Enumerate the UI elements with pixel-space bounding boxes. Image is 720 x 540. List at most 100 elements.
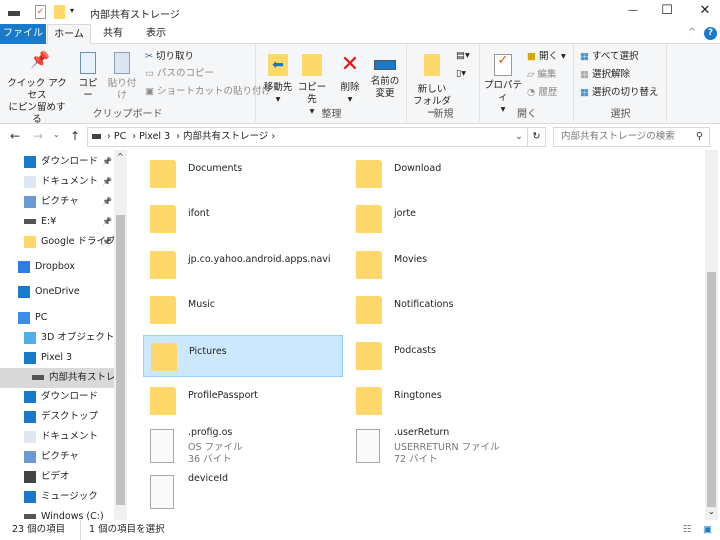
sidebar-item[interactable]: ダウンロード [0, 387, 114, 407]
folder-icon [356, 160, 382, 188]
tab-file[interactable]: ファイル [0, 24, 46, 44]
tab-home[interactable]: ホーム [47, 24, 91, 45]
details-view-button[interactable]: ☷ [683, 520, 692, 540]
forward-button[interactable]: → [33, 129, 43, 143]
history-icon: ◔ [527, 87, 539, 98]
sidebar-item[interactable]: ドキュメント [0, 427, 114, 447]
sidebar-item[interactable]: E:¥ 📌 [0, 212, 114, 232]
recent-locations-button[interactable]: ⌄ [53, 130, 60, 139]
address-field[interactable]: › PC › Pixel 3 › 内部共有ストレージ › ⌄ ↻ [87, 127, 546, 147]
download-icon [24, 155, 36, 168]
folder-item[interactable]: Documents [143, 153, 343, 195]
minimize-button[interactable]: — [618, 0, 648, 24]
new-folder-quick-icon[interactable] [54, 5, 65, 19]
sidebar-item[interactable]: PC [0, 308, 114, 328]
sidebar-item[interactable]: 内部共有ストレージ [0, 368, 114, 388]
select-group-label: 選択 [610, 109, 631, 120]
sidebar-item[interactable]: ミュージック [0, 487, 114, 507]
pin-icon[interactable]: 📌 [102, 232, 112, 252]
pin-icon[interactable]: 📌 [102, 212, 112, 232]
sidebar-item[interactable]: ダウンロード 📌 [0, 152, 114, 172]
sidebar-item-label: E:¥ [41, 216, 57, 227]
large-icons-view-button[interactable]: ▣ [703, 520, 712, 540]
up-button[interactable]: ↑ [70, 129, 80, 143]
select-all-button[interactable]: ▦ すべて選択 [580, 49, 638, 65]
content-scroll-down[interactable]: ⌄ [708, 507, 715, 516]
easy-access-button[interactable]: ▯▾ [456, 66, 466, 82]
sidebar-item-label: ピクチャ [41, 451, 79, 462]
sidebar-item[interactable]: ピクチャ 📌 [0, 192, 114, 212]
sidebar-item[interactable]: ピクチャ [0, 447, 114, 467]
sidebar-item[interactable]: 3D オブジェクト [0, 328, 114, 348]
properties-quick-icon[interactable]: ✓ [35, 5, 46, 19]
sidebar-item[interactable]: ビデオ [0, 467, 114, 487]
rename-button[interactable]: 名前の 変更 [367, 50, 403, 100]
folder-item[interactable]: ifont [143, 198, 343, 240]
address-dropdown-icon[interactable]: ⌄ [515, 128, 523, 146]
history-button[interactable]: ◔ 履歴 [527, 85, 557, 101]
copy-button[interactable]: コピー [74, 50, 102, 102]
invert-selection-button[interactable]: ▦ 選択の切り替え [580, 85, 659, 101]
folder-item[interactable]: Pictures [143, 334, 343, 377]
move-to-button[interactable]: ⬅ 移動先 ▾ [261, 50, 295, 106]
content-scrollbar[interactable]: ⌄ [705, 150, 718, 520]
ribbon-tabs: ファイル ホーム 共有 表示 ^ ? [0, 24, 720, 45]
tab-view[interactable]: 表示 [136, 24, 176, 44]
file-item[interactable]: .userReturn USERRETURN ファイル 72 バイト [349, 425, 549, 467]
customize-quick-access-icon[interactable]: ▾ [70, 6, 74, 15]
open-button[interactable]: ■ 開く ▾ [527, 49, 566, 65]
folder-item[interactable]: Podcasts [349, 335, 549, 377]
sidebar-item[interactable]: OneDrive [0, 282, 114, 302]
folder-item[interactable]: jp.co.yahoo.android.apps.navi [143, 244, 343, 286]
breadcrumb-pixel3[interactable]: Pixel 3 [139, 131, 170, 142]
maximize-button[interactable]: ☐ [652, 0, 682, 24]
rename-icon [374, 60, 396, 70]
copy-path-button[interactable]: ▭ パスのコピー [145, 66, 214, 82]
sidebar-item[interactable]: Pixel 3 [0, 348, 114, 368]
select-none-button[interactable]: ▦ 選択解除 [580, 67, 630, 83]
sidebar-scrollbar[interactable]: ^ [114, 150, 127, 520]
sidebar-item-label: デスクトップ [41, 411, 99, 422]
file-item[interactable]: deviceId [143, 471, 343, 513]
folder-item[interactable]: Music [143, 289, 343, 331]
breadcrumb-pc[interactable]: PC [114, 131, 126, 142]
new-group: 新しい フォルダー ▤▾ ▯▾ 新規 [408, 44, 480, 122]
breadcrumb-storage[interactable]: 内部共有ストレージ [183, 131, 268, 142]
sidebar-item[interactable]: Dropbox [0, 257, 114, 277]
back-button[interactable]: ← [10, 129, 20, 143]
collapse-ribbon-icon[interactable]: ^ [688, 27, 696, 38]
folder-item[interactable]: jorte [349, 198, 549, 240]
file-item[interactable]: .profig.os OS ファイル 36 バイト [143, 425, 343, 467]
help-icon[interactable]: ? [704, 27, 717, 40]
sidebar-scroll-up[interactable]: ^ [117, 152, 124, 161]
item-size: 72 バイト [394, 454, 438, 466]
folder-item[interactable]: Download [349, 153, 549, 195]
close-button[interactable]: ✕ [690, 0, 720, 24]
refresh-button[interactable]: ↻ [527, 128, 545, 146]
sidebar-item[interactable]: デスクトップ [0, 407, 114, 427]
sidebar-scroll-thumb[interactable] [116, 215, 125, 505]
tab-share[interactable]: 共有 [95, 24, 131, 44]
delete-button[interactable]: ✕ 削除 ▾ [335, 50, 365, 106]
cut-button[interactable]: ✂ 切り取り [145, 49, 194, 65]
pin-icon[interactable]: 📌 [102, 152, 112, 172]
new-folder-icon [424, 54, 440, 76]
edit-button[interactable]: ▱ 編集 [527, 67, 556, 83]
onedrive-icon [18, 285, 30, 298]
search-input[interactable]: 内部共有ストレージの検索 ⚲ [553, 127, 710, 147]
invert-selection-icon: ▦ [580, 87, 592, 98]
pin-icon[interactable]: 📌 [102, 192, 112, 212]
folder-item[interactable]: Movies [349, 244, 549, 286]
pin-icon[interactable]: 📌 [102, 172, 112, 192]
content-scroll-thumb[interactable] [707, 272, 716, 507]
paste-shortcut-button[interactable]: ▣ ショートカットの貼り付け [145, 84, 271, 100]
paste-button[interactable]: 貼り付け [104, 50, 140, 102]
folder-item[interactable]: ProfilePassport [143, 380, 343, 422]
sidebar-item[interactable]: ドキュメント 📌 [0, 172, 114, 192]
navigation-bar: ← → ⌄ ↑ › PC › Pixel 3 › 内部共有ストレージ › ⌄ ↻… [0, 124, 720, 150]
sidebar-item[interactable]: Google ドライブ 📌 [0, 232, 114, 252]
document-icon [24, 175, 36, 188]
new-item-button[interactable]: ▤▾ [456, 48, 470, 64]
folder-item[interactable]: Notifications [349, 289, 549, 331]
folder-item[interactable]: Ringtones [349, 380, 549, 422]
